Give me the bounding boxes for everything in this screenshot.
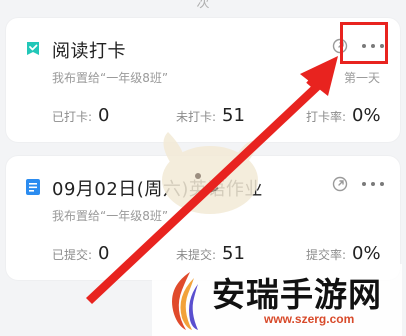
site-watermark: 安瑞手游网 www.szerg.com [152,264,402,336]
site-logo-icon [172,272,198,330]
site-name: 安瑞手游网 [212,275,382,314]
site-url: www.szerg.com [264,312,355,326]
